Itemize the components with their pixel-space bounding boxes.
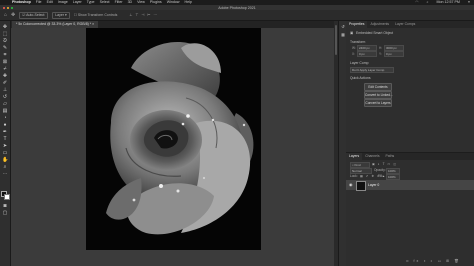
- rose-photo: [106, 41, 254, 235]
- marquee-tool-icon[interactable]: ⬚: [2, 31, 8, 37]
- tab-adjustments[interactable]: Adjustments: [367, 21, 392, 28]
- move-tool-icon[interactable]: ✥: [11, 12, 15, 18]
- kind-label: Kind: [354, 163, 361, 167]
- tab-layers[interactable]: Layers: [346, 153, 363, 160]
- layer-kind: Embedded Smart Object: [356, 31, 394, 35]
- blur-tool-icon[interactable]: ◔: [2, 115, 8, 121]
- x-field[interactable]: 0 px: [357, 51, 377, 57]
- auto-select-label: Auto-Select:: [26, 12, 46, 17]
- screen-mode-icon[interactable]: ▢: [2, 210, 8, 216]
- minimize-window-button[interactable]: [7, 6, 9, 9]
- path-select-tool-icon[interactable]: ➤: [2, 143, 8, 149]
- layers-footer-icons[interactable]: ∞ fx ◑ ◐ ▭ ⊞ 🗑︎: [406, 259, 461, 263]
- canvas-area[interactable]: [11, 28, 334, 266]
- layer-comp-dropdown[interactable]: Don't Apply Layer Comp: [350, 67, 394, 73]
- frame-tool-icon[interactable]: ⊠: [2, 59, 8, 65]
- close-tab-icon[interactable]: ×: [92, 22, 94, 26]
- tab-properties[interactable]: Properties: [346, 21, 368, 28]
- y-field[interactable]: 0 px: [384, 51, 404, 57]
- layer-dropdown-value: Layer: [55, 12, 64, 17]
- gradient-tool-icon[interactable]: ▤: [2, 108, 8, 114]
- eraser-tool-icon[interactable]: ▱: [2, 101, 8, 107]
- h-label: H:: [379, 46, 383, 50]
- healing-tool-icon[interactable]: ✚: [2, 73, 8, 79]
- layer-name[interactable]: Layer 0: [368, 180, 379, 190]
- quick-select-tool-icon[interactable]: ✎: [2, 45, 8, 51]
- tab-layer-comps[interactable]: Layer Comps: [392, 21, 418, 28]
- options-bar: ⌂ ✥ ☑ Auto-Select: Layer ▾ ☐ Show Transf…: [0, 10, 474, 21]
- smart-object-icon: ▣: [350, 31, 354, 35]
- layer-row[interactable]: ◉ Layer 0: [346, 180, 474, 191]
- edit-contents-button[interactable]: Edit Contents: [364, 83, 392, 91]
- home-icon[interactable]: ⌂: [4, 12, 7, 18]
- lasso-tool-icon[interactable]: ᘐ: [2, 38, 8, 44]
- y-label: Y:: [379, 52, 382, 56]
- move-tool-icon[interactable]: ✥: [2, 24, 8, 30]
- transform-heading: Transform: [350, 40, 366, 44]
- convert-to-linked-button[interactable]: Convert to Linked...: [364, 91, 393, 99]
- align-icons[interactable]: ⊥ ⊤ ⊣ ⊢ ⋯: [129, 13, 158, 17]
- w-label: W:: [352, 46, 356, 50]
- layer-filter-icons[interactable]: ▣ ◐ T ▭ ◫: [372, 162, 397, 166]
- layers-tabbar: Layers Channels Paths: [346, 153, 474, 160]
- hand-tool-icon[interactable]: ✋: [2, 157, 8, 163]
- background-color-swatch[interactable]: [4, 194, 10, 200]
- close-window-button[interactable]: [3, 6, 5, 9]
- layer-comp-heading: Layer Comp: [350, 61, 369, 65]
- visibility-eye-icon[interactable]: ◉: [349, 182, 353, 188]
- layer-dropdown[interactable]: Layer ▾: [52, 11, 70, 19]
- stamp-tool-icon[interactable]: ⊥: [2, 87, 8, 93]
- tools-panel: ✥ ⬚ ᘐ ✎ ⌗ ⊠ ⌿ ✚ ✐ ⊥ ↺ ▱ ▤ ◔ ● ✒ T ➤ ▭ ✋ …: [0, 21, 11, 266]
- tab-channels[interactable]: Channels: [362, 153, 382, 160]
- convert-to-layers-button[interactable]: Convert to Layers: [364, 99, 392, 107]
- quick-actions-heading: Quick Actions: [350, 76, 371, 80]
- show-transform-label: Show Transform Controls: [77, 13, 118, 17]
- history-brush-tool-icon[interactable]: ↺: [2, 94, 8, 100]
- show-transform-checkbox[interactable]: ☐ Show Transform Controls: [74, 13, 118, 17]
- opacity-label: Opacity:: [374, 168, 386, 172]
- auto-select-checkbox[interactable]: ☑ Auto-Select:: [19, 11, 49, 19]
- fill-label: Fill:: [378, 174, 383, 178]
- eyedropper-tool-icon[interactable]: ⌿: [2, 66, 8, 72]
- crop-tool-icon[interactable]: ⌗: [2, 52, 8, 58]
- properties-tabbar: Properties Adjustments Layer Comps: [346, 21, 474, 28]
- zoom-window-button[interactable]: [11, 6, 13, 9]
- type-tool-icon[interactable]: T: [2, 136, 8, 142]
- dodge-tool-icon[interactable]: ●: [2, 122, 8, 128]
- canvas-image[interactable]: [86, 28, 261, 250]
- document-tab-title: * 5x Colorcorrected @ 33.3% (Layer 0, RG…: [16, 22, 92, 26]
- shape-tool-icon[interactable]: ▭: [2, 150, 8, 156]
- brush-tool-icon[interactable]: ✐: [2, 80, 8, 86]
- quick-mask-icon[interactable]: ◙: [2, 203, 8, 209]
- document-tab-bar: * 5x Colorcorrected @ 33.3% (Layer 0, RG…: [12, 21, 334, 28]
- scrollbar-thumb[interactable]: [335, 25, 337, 55]
- x-label: X:: [352, 52, 356, 56]
- more-tools-icon[interactable]: ⋯: [2, 171, 8, 177]
- pen-tool-icon[interactable]: ✒: [2, 129, 8, 135]
- zoom-tool-icon[interactable]: ⌕: [2, 164, 8, 170]
- lock-label: Lock:: [350, 174, 358, 178]
- layer-thumbnail: [356, 181, 366, 191]
- right-panels: Properties Adjustments Layer Comps ▣ Emb…: [346, 21, 474, 266]
- tab-paths[interactable]: Paths: [383, 153, 398, 160]
- document-tab[interactable]: * 5x Colorcorrected @ 33.3% (Layer 0, RG…: [12, 21, 99, 28]
